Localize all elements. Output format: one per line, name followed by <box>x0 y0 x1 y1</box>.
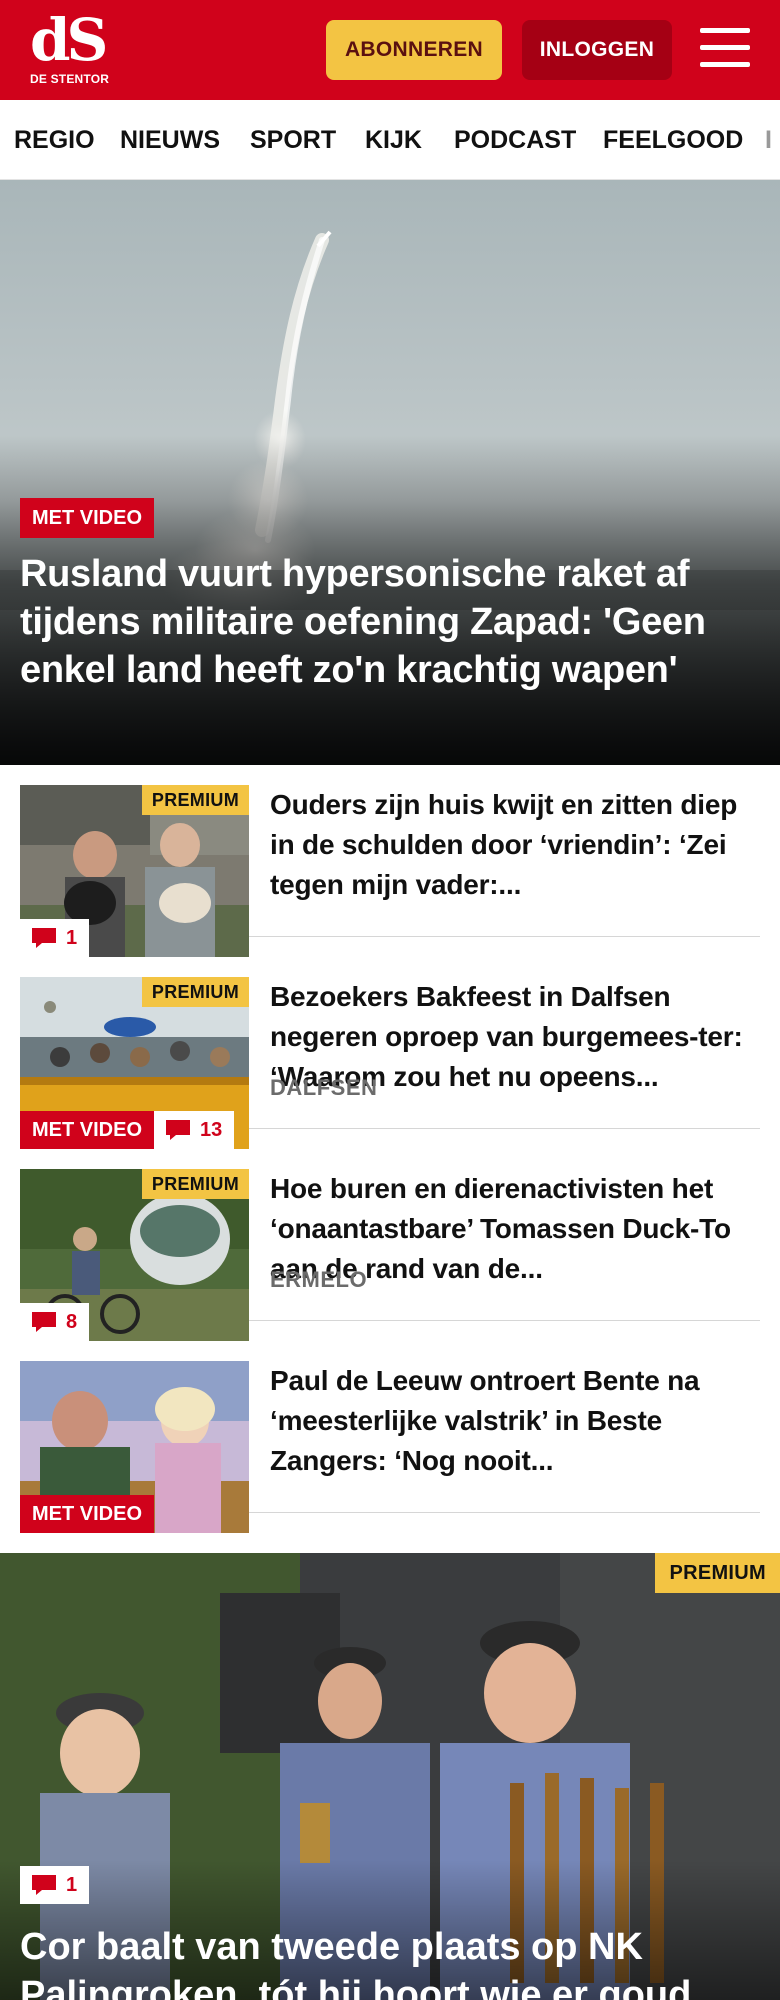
article-location: ERMELO <box>270 1267 368 1292</box>
nav-item-podcast[interactable]: PODCAST <box>454 100 576 179</box>
thumbnail-badges: 8 <box>20 1303 90 1341</box>
hamburger-icon[interactable] <box>700 28 750 70</box>
comment-icon <box>32 1312 56 1332</box>
article-thumbnail[interactable]: PREMIUM MET VIDEO 13 <box>20 977 249 1149</box>
article-thumbnail[interactable]: PREMIUM 1 <box>20 785 249 957</box>
list-item[interactable]: PREMIUM 8 Hoe buren en dierenactivisten … <box>20 1149 760 1341</box>
comment-count-value: 1 <box>66 927 78 949</box>
subscribe-button[interactable]: ABONNEREN <box>326 20 502 80</box>
comment-count-value: 1 <box>66 1874 78 1896</box>
comment-count: 8 <box>20 1303 90 1341</box>
hero-article[interactable]: MET VIDEO Rusland vuurt hypersonische ra… <box>0 180 780 765</box>
nav-item-regio[interactable]: REGIO <box>14 100 95 179</box>
section-nav: REGIO NIEUWS SPORT KIJK PODCAST FEELGOOD… <box>0 100 780 180</box>
premium-badge: PREMIUM <box>141 785 249 815</box>
video-badge: MET VIDEO <box>20 1495 155 1533</box>
video-badge: MET VIDEO <box>20 1111 155 1149</box>
premium-badge: PREMIUM <box>655 1553 780 1593</box>
login-button[interactable]: INLOGGEN <box>522 20 672 80</box>
nav-item-feelgood[interactable]: FEELGOOD <box>603 100 743 179</box>
thumbnail-badges: MET VIDEO 13 <box>20 1111 235 1149</box>
comment-count-value: 13 <box>200 1119 223 1141</box>
thumbnail-badges: MET VIDEO <box>20 1495 155 1533</box>
list-item[interactable]: MET VIDEO Paul de Leeuw ontroert Bente n… <box>20 1341 760 1533</box>
nav-item-nieuws[interactable]: NIEUWS <box>120 100 220 179</box>
article-thumbnail[interactable]: MET VIDEO <box>20 1361 249 1533</box>
comment-count-value: 8 <box>66 1311 78 1333</box>
comment-count: 13 <box>154 1111 235 1149</box>
comment-icon <box>32 1875 56 1895</box>
site-header: dS DE STENTOR ABONNEREN INLOGGEN <box>0 0 780 100</box>
thumbnail-badges: 1 <box>20 919 90 957</box>
feature-title[interactable]: Cor baalt van tweede plaats op NK Paling… <box>20 1923 760 2000</box>
article-title[interactable]: Ouders zijn huis kwijt en zitten diep in… <box>270 785 758 905</box>
premium-badge: PREMIUM <box>141 1169 249 1199</box>
feature-article[interactable]: PREMIUM 1 Cor baalt van tweede plaats op… <box>0 1553 780 2000</box>
comment-icon <box>166 1120 191 1140</box>
list-item[interactable]: PREMIUM 1 Ouders zijn huis kwijt en zitt… <box>20 765 760 957</box>
site-logo[interactable]: dS DE STENTOR <box>30 6 110 88</box>
hero-title[interactable]: Rusland vuurt hypersonische raket af tij… <box>20 550 760 694</box>
logo-mark: dS <box>30 6 108 74</box>
video-badge: MET VIDEO <box>20 498 155 538</box>
article-thumbnail[interactable]: PREMIUM 8 <box>20 1169 249 1341</box>
nav-item-kijk[interactable]: KIJK <box>365 100 422 179</box>
nav-item-more[interactable]: I <box>765 100 772 179</box>
comment-icon <box>32 928 56 948</box>
article-location: DALFSEN <box>270 1075 378 1100</box>
comment-count: 1 <box>20 919 90 957</box>
list-item[interactable]: PREMIUM MET VIDEO 13 Bezoekers Bakfeest … <box>20 957 760 1149</box>
nav-item-sport[interactable]: SPORT <box>250 100 336 179</box>
premium-badge: PREMIUM <box>141 977 249 1007</box>
comment-count: 1 <box>20 1866 90 1904</box>
article-title[interactable]: Paul de Leeuw ontroert Bente na ‘meester… <box>270 1361 758 1481</box>
logo-subtitle: DE STENTOR <box>30 72 110 86</box>
